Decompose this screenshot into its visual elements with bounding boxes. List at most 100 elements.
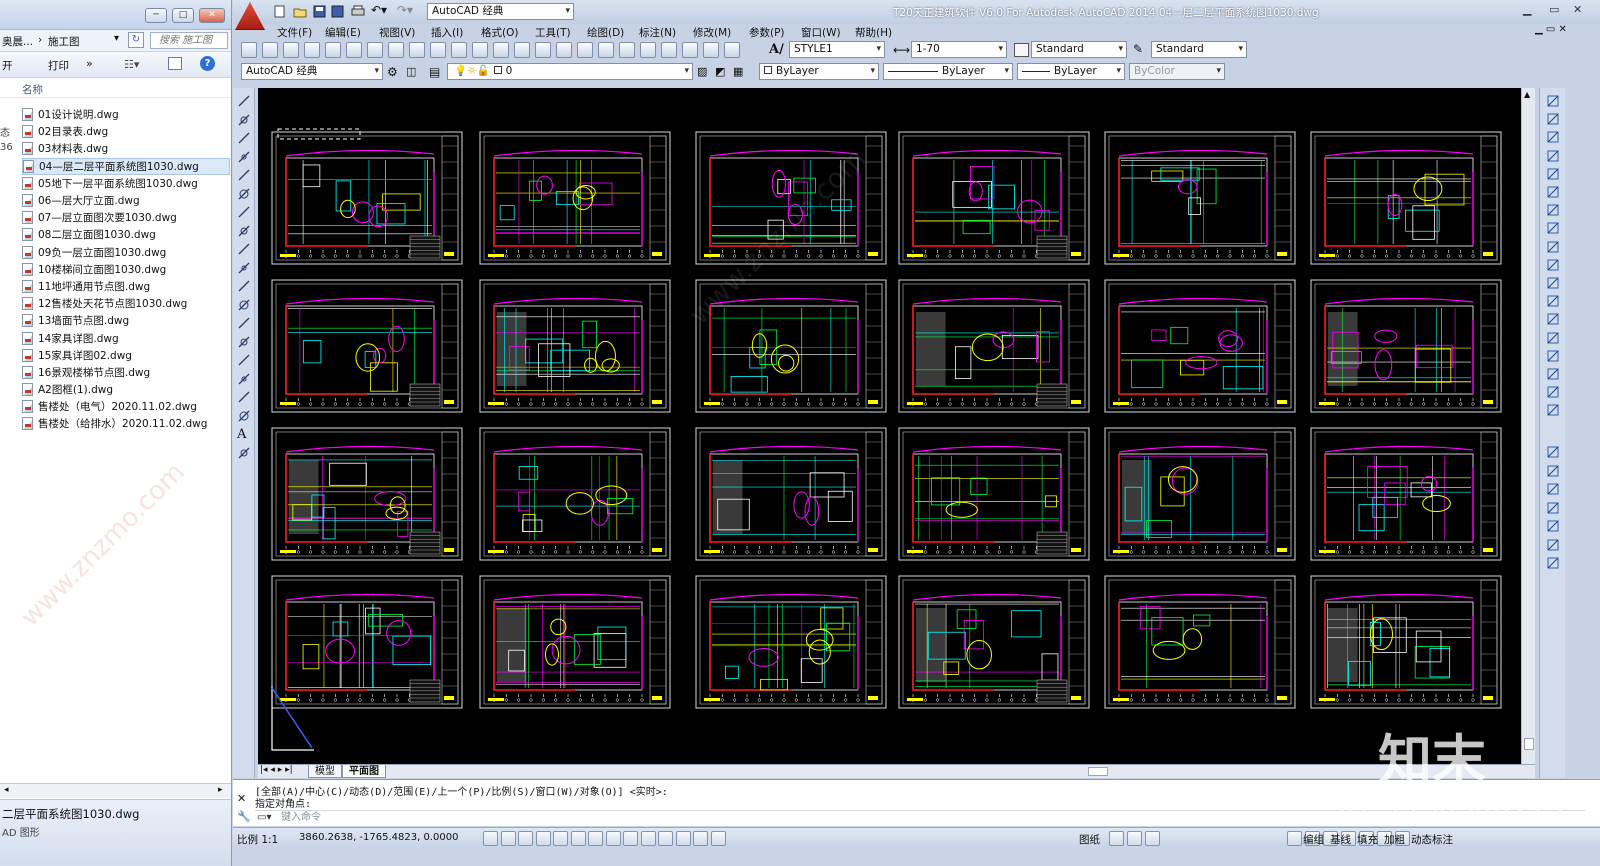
rectangle-icon[interactable] [237,168,251,182]
explorer-horizontal-scrollbar[interactable]: ◂ ▸ [0,783,231,798]
drawing-sheet[interactable] [1310,575,1502,709]
tab-model[interactable]: 模型 [308,765,342,778]
menu-item[interactable]: 视图(V) [379,25,415,40]
drawing-sheet[interactable] [479,131,671,265]
menu-item[interactable]: 编辑(E) [325,25,361,40]
file-item[interactable]: 16景观楼梯节点图.dwg [22,364,230,381]
scale-icon[interactable] [1546,221,1560,235]
workspace-lock-icon[interactable]: ◫ [406,65,416,78]
polar-tracking-icon[interactable] [553,831,568,846]
file-item[interactable]: 13墙面节点图.dwg [22,312,230,329]
drawing-sheet[interactable] [898,575,1090,709]
address-folder[interactable]: 施工图 [48,34,80,49]
send-back-icon[interactable] [1546,482,1560,496]
properties-icon[interactable] [598,42,614,58]
menu-item[interactable]: 绘图(D) [587,25,624,40]
above-icon[interactable] [1546,501,1560,515]
linetype-select[interactable]: ByLayer [883,63,1013,80]
polygon-icon[interactable] [237,150,251,164]
layer-manager-icon[interactable]: ▤ [429,65,440,79]
bring-front-icon[interactable] [1546,464,1560,478]
open-icon[interactable] [262,42,278,58]
spline-icon[interactable] [237,242,251,256]
erase-icon[interactable] [1546,94,1560,108]
open-file-icon[interactable] [293,5,307,18]
scroll-right-icon[interactable]: ▸ [218,785,223,795]
save-icon[interactable] [313,5,327,18]
redo-icon[interactable]: ↷▾ [397,3,413,17]
menu-item[interactable]: 修改(M) [693,25,731,40]
hatch-back-icon[interactable] [1546,556,1560,570]
file-item[interactable]: 10楼梯间立面图1030.dwg [22,261,230,278]
pan-icon[interactable] [514,42,530,58]
move-icon[interactable] [1546,185,1560,199]
break-point-icon[interactable] [1546,294,1560,308]
command-input[interactable]: ▭▾ 键入命令 [255,810,1585,824]
drawing-canvas[interactable] [258,88,1521,764]
annotation-visibility-icon[interactable] [1287,831,1302,846]
zoom-previous-icon[interactable] [577,42,593,58]
region-icon[interactable] [237,390,251,404]
drawing-vertical-scrollbar[interactable]: ▲ [1521,88,1535,764]
array-icon[interactable] [1546,167,1560,181]
workspace-quick-select[interactable]: AutoCAD 经典 [427,3,574,20]
quick-view-drawings-icon[interactable] [1145,831,1160,846]
lineweight-icon[interactable] [658,831,673,846]
status-mode-dynamic-dim[interactable]: 动态标注 [1411,832,1453,847]
save-icon[interactable] [283,42,299,58]
drawing-sheet[interactable] [695,279,887,413]
allow-ucs-icon[interactable] [623,831,638,846]
mirror-icon[interactable] [1546,130,1560,144]
object-snap-tracking-icon[interactable] [605,831,621,846]
drawing-sheet[interactable] [479,279,671,413]
tab-nav-arrows[interactable]: |◂ ◂ ▸ ▸| [260,765,293,775]
menu-item[interactable]: 标注(N) [639,25,676,40]
address-dropdown-icon[interactable]: ▾ [114,33,119,44]
more-commands-button[interactable]: » [86,57,93,70]
infer-constraints-icon[interactable] [483,831,498,846]
status-mode-group[interactable]: 编组 [1303,832,1324,847]
menu-item[interactable]: 工具(T) [535,25,571,40]
drawing-sheet[interactable] [1104,131,1296,265]
markup-icon[interactable] [682,42,698,58]
redo-icon[interactable] [493,42,509,58]
rotate-icon[interactable] [1546,203,1560,217]
file-item[interactable]: 03材料表.dwg [22,140,230,157]
drawing-sheet[interactable] [479,575,671,709]
new-icon[interactable] [241,42,257,58]
app-minimize-button[interactable]: ▁ [1523,3,1531,16]
menu-item[interactable]: 插入(I) [431,25,463,40]
explode-icon[interactable] [1546,403,1560,417]
transparency-icon[interactable] [675,831,691,846]
table-style-select[interactable]: Standard [1031,41,1127,58]
drawing-sheet[interactable] [479,427,671,561]
file-item[interactable]: 05地下一层平面系统图1030.dwg [22,175,230,192]
text-front-icon[interactable] [1546,538,1560,552]
text-style-select[interactable]: STYLE1 [789,41,885,58]
plot-icon[interactable] [304,42,320,58]
menu-item[interactable]: 文件(F) [277,25,312,40]
model-space-icon[interactable] [1109,831,1124,846]
drawing-sheet[interactable] [1104,279,1296,413]
workspace-settings-icon[interactable]: ⚙ [387,65,398,79]
design-center-icon[interactable] [619,42,635,58]
file-item[interactable]: 07—层立面图次要1030.dwg [22,209,230,226]
drawing-sheet[interactable] [1104,427,1296,561]
sheet-set-icon[interactable] [661,42,677,58]
arc-icon[interactable] [237,187,251,201]
undo-icon[interactable]: ↶▾ [371,3,387,17]
scroll-up-icon[interactable]: ▲ [1524,90,1530,99]
status-mode-fill[interactable]: 填充 [1357,832,1378,847]
match-properties-icon[interactable] [430,42,446,58]
menu-item[interactable]: 参数(P) [749,25,785,40]
drawing-sheet[interactable] [1310,131,1502,265]
mleader-style-select[interactable]: Standard [1151,41,1247,58]
blend-icon[interactable] [1546,385,1560,399]
mleader-style-icon[interactable]: ✎ [1133,42,1143,56]
trim-icon[interactable] [1546,258,1560,272]
tab-layout-plan[interactable]: 平面图 [342,765,386,778]
offset-icon[interactable] [1546,149,1560,163]
fillet-icon[interactable] [1546,367,1560,381]
plot-icon[interactable] [351,5,365,18]
object-snap-icon[interactable] [570,831,586,846]
